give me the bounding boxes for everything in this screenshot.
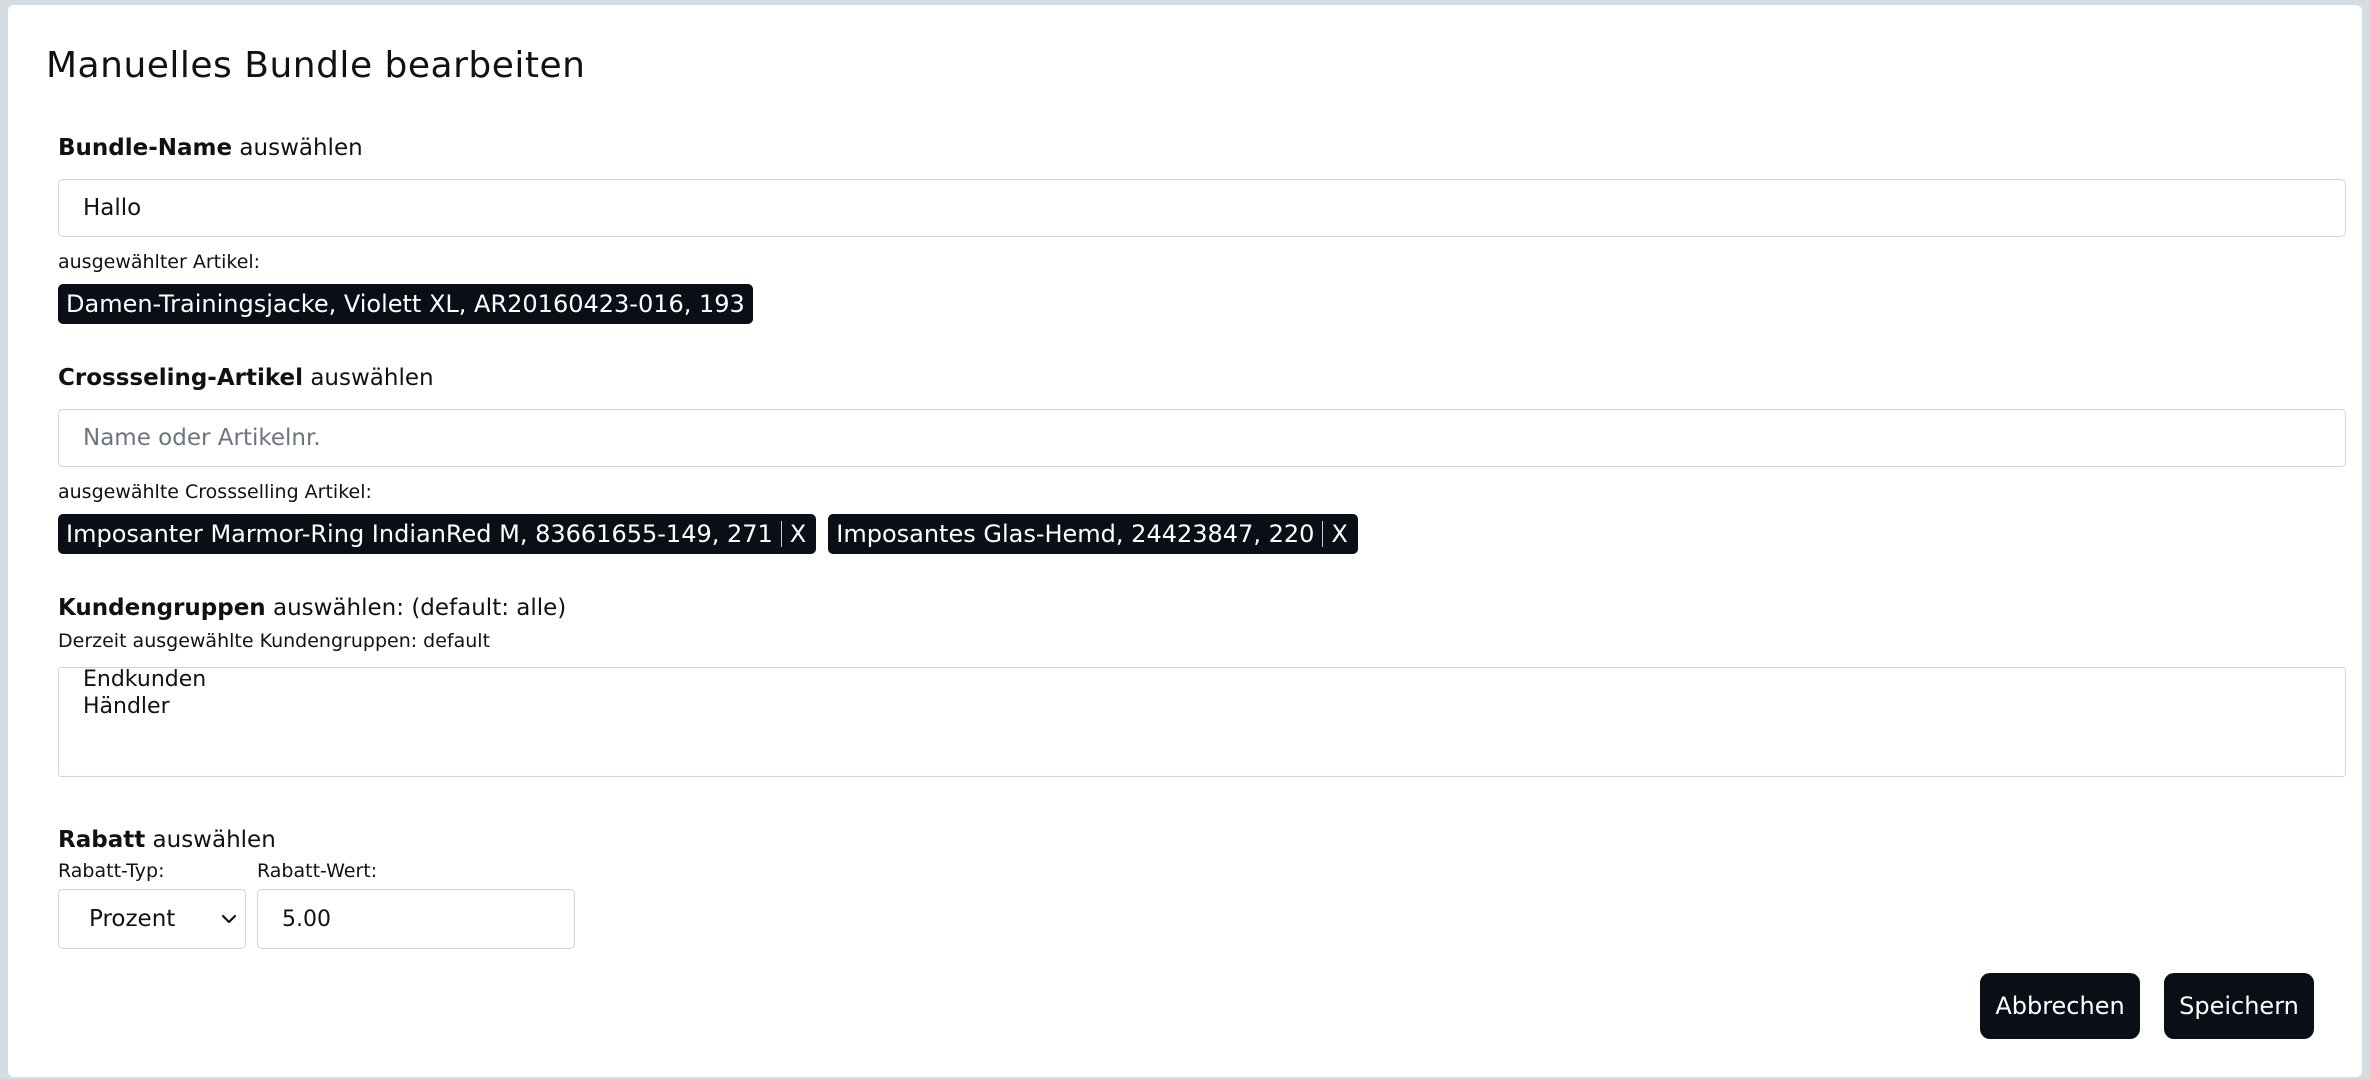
customer-groups-listbox[interactable]: Endkunden Händler <box>58 667 2346 777</box>
bundle-name-input[interactable] <box>58 179 2346 237</box>
selected-article-chips: Damen-Trainingsjacke, Violett XL, AR2016… <box>58 284 753 324</box>
crossselling-search-input[interactable] <box>58 409 2346 467</box>
dialog-title: Manuelles Bundle bearbeiten <box>46 45 586 86</box>
chevron-down-icon <box>221 914 237 924</box>
discount-value-label: Rabatt-Wert: <box>257 860 378 882</box>
remove-chip-button[interactable]: X <box>788 520 808 548</box>
bundle-name-label: Bundle-Name auswählen <box>58 135 363 161</box>
selected-article-label: ausgewählter Artikel: <box>58 251 261 273</box>
save-button[interactable]: Speichern <box>2164 973 2314 1039</box>
discount-label: Rabatt auswählen <box>58 827 276 853</box>
discount-type-label: Rabatt-Typ: <box>58 860 165 882</box>
crossselling-chips: Imposanter Marmor-Ring IndianRed M, 8366… <box>58 514 1358 554</box>
customer-groups-label: Kundengruppen auswählen: (default: alle) <box>58 595 567 621</box>
current-customer-groups: Derzeit ausgewählte Kundengruppen: defau… <box>58 630 491 652</box>
remove-chip-button[interactable]: X <box>1329 520 1349 548</box>
crossselling-chip: Imposantes Glas-Hemd, 24423847, 220 X <box>828 514 1358 554</box>
crossselling-label: Crossseling-Artikel auswählen <box>58 365 434 391</box>
customer-group-option[interactable]: Händler <box>83 693 2321 720</box>
edit-bundle-dialog: Manuelles Bundle bearbeiten Bundle-Name … <box>8 5 2362 1077</box>
crossselling-chip: Imposanter Marmor-Ring IndianRed M, 8366… <box>58 514 817 554</box>
selected-article-chip: Damen-Trainingsjacke, Violett XL, AR2016… <box>58 284 753 324</box>
discount-type-value: Prozent <box>89 906 176 932</box>
customer-group-option[interactable]: Endkunden <box>83 668 2321 693</box>
cancel-button[interactable]: Abbrechen <box>1980 973 2140 1039</box>
selected-crossselling-label: ausgewählte Crossselling Artikel: <box>58 481 372 503</box>
discount-type-select[interactable]: Prozent <box>58 889 246 949</box>
discount-value-input[interactable] <box>257 889 575 949</box>
